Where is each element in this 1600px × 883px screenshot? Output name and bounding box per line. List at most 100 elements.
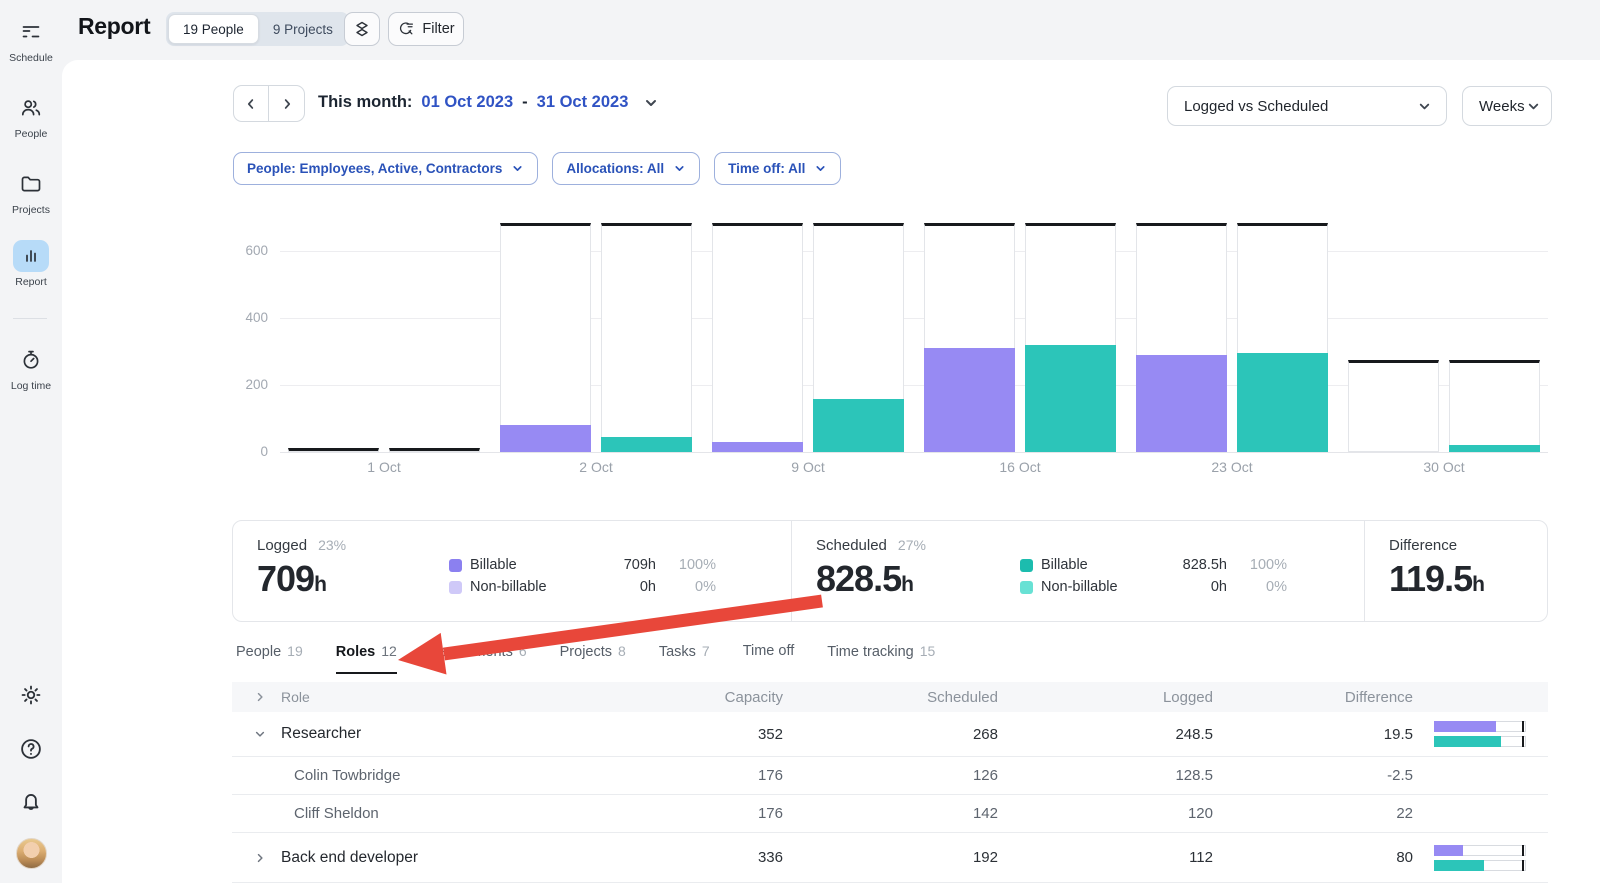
allocations-filter-pill[interactable]: Allocations: All bbox=[552, 152, 700, 185]
date-pager bbox=[233, 85, 305, 122]
chart-bar-group bbox=[288, 218, 480, 452]
cell-difference: 22 bbox=[1213, 805, 1413, 822]
cell-logged: 112 bbox=[998, 849, 1213, 866]
scheduled-bar-fill bbox=[1237, 353, 1328, 452]
cell-difference: 19.5 bbox=[1213, 726, 1413, 743]
people-icon bbox=[13, 92, 49, 124]
settings-button[interactable] bbox=[0, 682, 62, 708]
tab-count: 7 bbox=[702, 643, 710, 659]
legend-hours: 0h bbox=[578, 579, 656, 595]
tab-projects[interactable]: Projects8 bbox=[560, 643, 626, 674]
pill-label: People: Employees, Active, Contractors bbox=[247, 161, 502, 176]
projects-icon bbox=[13, 168, 49, 200]
cell-capacity: 176 bbox=[568, 767, 783, 784]
end-date[interactable]: 31 Oct 2023 bbox=[537, 93, 629, 112]
legend-label: Billable bbox=[470, 557, 578, 573]
capacity-bar-logged[interactable] bbox=[1348, 360, 1439, 452]
nonbillable-swatch-icon bbox=[1020, 581, 1033, 594]
start-date[interactable]: 01 Oct 2023 bbox=[421, 93, 513, 112]
sidebar-item-report[interactable]: Report bbox=[0, 240, 62, 288]
scheduled-legend: Billable 828.5h 100% Non-billable 0h 0% bbox=[1020, 557, 1287, 595]
tab-time-off[interactable]: Time off bbox=[743, 643, 795, 674]
header-logged: Logged bbox=[998, 689, 1213, 706]
capacity-bar-scheduled[interactable] bbox=[813, 223, 904, 452]
scheduled-mini-bar bbox=[1434, 860, 1526, 871]
cell-difference: -2.5 bbox=[1213, 767, 1413, 784]
capacity-bar-scheduled[interactable] bbox=[601, 223, 692, 452]
chart-bar-group bbox=[712, 218, 904, 452]
tab-tasks[interactable]: Tasks7 bbox=[659, 643, 710, 674]
report-tabs: People19 Roles12 Departments6 Projects8 Task… bbox=[236, 643, 935, 674]
next-period-button[interactable] bbox=[269, 86, 304, 121]
capacity-bar-logged[interactable] bbox=[712, 223, 803, 452]
sidebar-item-log-time[interactable]: Log time bbox=[0, 344, 62, 392]
people-toggle-button[interactable]: 19 People bbox=[168, 14, 259, 44]
sidebar-item-people[interactable]: People bbox=[0, 92, 62, 140]
capacity-bar-scheduled[interactable] bbox=[1237, 223, 1328, 452]
sidebar-item-label: Log time bbox=[11, 380, 51, 392]
capacity-tick-icon bbox=[1522, 845, 1524, 856]
scheduled-hours-unit: h bbox=[901, 573, 914, 596]
filter-button[interactable]: Filter bbox=[388, 12, 464, 46]
capacity-bar-logged[interactable] bbox=[500, 223, 591, 452]
table-row-role[interactable]: Researcher352268248.519.5 bbox=[232, 712, 1548, 757]
timeoff-filter-pill[interactable]: Time off: All bbox=[714, 152, 841, 185]
scheduled-mini-bar bbox=[1434, 736, 1526, 747]
date-dropdown-chevron-icon[interactable] bbox=[643, 95, 659, 111]
capacity-bar-logged[interactable] bbox=[288, 448, 379, 452]
help-button[interactable] bbox=[0, 736, 62, 762]
sidebar-item-schedule[interactable]: Schedule bbox=[0, 16, 62, 64]
collapse-chevron-icon[interactable] bbox=[252, 728, 268, 740]
tab-roles[interactable]: Roles12 bbox=[336, 643, 397, 674]
people-filter-pill[interactable]: People: Employees, Active, Contractors bbox=[233, 152, 538, 185]
scheduled-bar-fill bbox=[813, 399, 904, 452]
settings-gear-icon bbox=[18, 682, 44, 708]
help-icon bbox=[18, 736, 44, 762]
logged-mini-bar bbox=[1434, 845, 1526, 856]
sidebar-item-label: Report bbox=[15, 276, 47, 288]
prev-period-button[interactable] bbox=[234, 86, 269, 121]
capacity-bar-scheduled[interactable] bbox=[389, 448, 480, 452]
scheduled-summary-card: Scheduled 27% 828.5h Billable 828.5h 100… bbox=[791, 521, 1364, 621]
user-avatar[interactable] bbox=[0, 838, 62, 869]
scheduled-percent: 27% bbox=[898, 537, 926, 553]
legend-row-nonbillable: Non-billable 0h 0% bbox=[1020, 579, 1287, 595]
person-name: Cliff Sheldon bbox=[294, 805, 379, 822]
table-row-person[interactable]: Cliff Sheldon17614212022 bbox=[232, 795, 1548, 833]
tab-count: 6 bbox=[519, 643, 527, 659]
log-time-icon bbox=[13, 344, 49, 376]
sidebar-item-label: People bbox=[15, 128, 48, 140]
mini-bar-fill bbox=[1434, 736, 1501, 747]
logged-bar-fill bbox=[1136, 355, 1227, 452]
report-page: Schedule People Projects Report Log tim bbox=[0, 0, 1600, 883]
nonbillable-swatch-icon bbox=[449, 581, 462, 594]
tab-label: Time tracking bbox=[827, 644, 913, 660]
header-role: Role bbox=[281, 689, 310, 705]
expand-all-chevron-icon[interactable] bbox=[252, 691, 268, 703]
metric-select[interactable]: Logged vs Scheduled bbox=[1167, 86, 1447, 126]
tab-time-tracking[interactable]: Time tracking 15 bbox=[827, 643, 935, 674]
capacity-bar-scheduled[interactable] bbox=[1449, 360, 1540, 452]
capacity-tick-icon bbox=[1522, 721, 1524, 732]
legend-percent: 0% bbox=[1227, 579, 1287, 595]
tab-count: 12 bbox=[381, 643, 397, 659]
notifications-button[interactable] bbox=[0, 789, 62, 815]
saved-views-button[interactable] bbox=[344, 12, 380, 46]
capacity-bar-logged[interactable] bbox=[1136, 223, 1227, 452]
tab-departments[interactable]: Departments6 bbox=[430, 643, 527, 674]
capacity-bar-logged[interactable] bbox=[924, 223, 1015, 452]
page-title: Report bbox=[78, 13, 150, 40]
table-row-role[interactable]: Back end developer33619211280 bbox=[232, 833, 1548, 883]
projects-toggle-button[interactable]: 9 Projects bbox=[259, 14, 347, 44]
table-row-person[interactable]: Colin Towbridge176126128.5-2.5 bbox=[232, 757, 1548, 795]
tab-people[interactable]: People19 bbox=[236, 643, 303, 674]
chevron-down-icon bbox=[511, 162, 524, 175]
legend-row-billable: Billable 828.5h 100% bbox=[1020, 557, 1287, 573]
capacity-bar-scheduled[interactable] bbox=[1025, 223, 1116, 452]
tab-count: 15 bbox=[920, 643, 936, 659]
sidebar-item-projects[interactable]: Projects bbox=[0, 168, 62, 216]
interval-select[interactable]: Weeks bbox=[1462, 86, 1552, 126]
chart-bar-group bbox=[1348, 218, 1540, 452]
sidebar-item-label: Projects bbox=[12, 204, 50, 216]
expand-chevron-icon[interactable] bbox=[252, 852, 268, 864]
